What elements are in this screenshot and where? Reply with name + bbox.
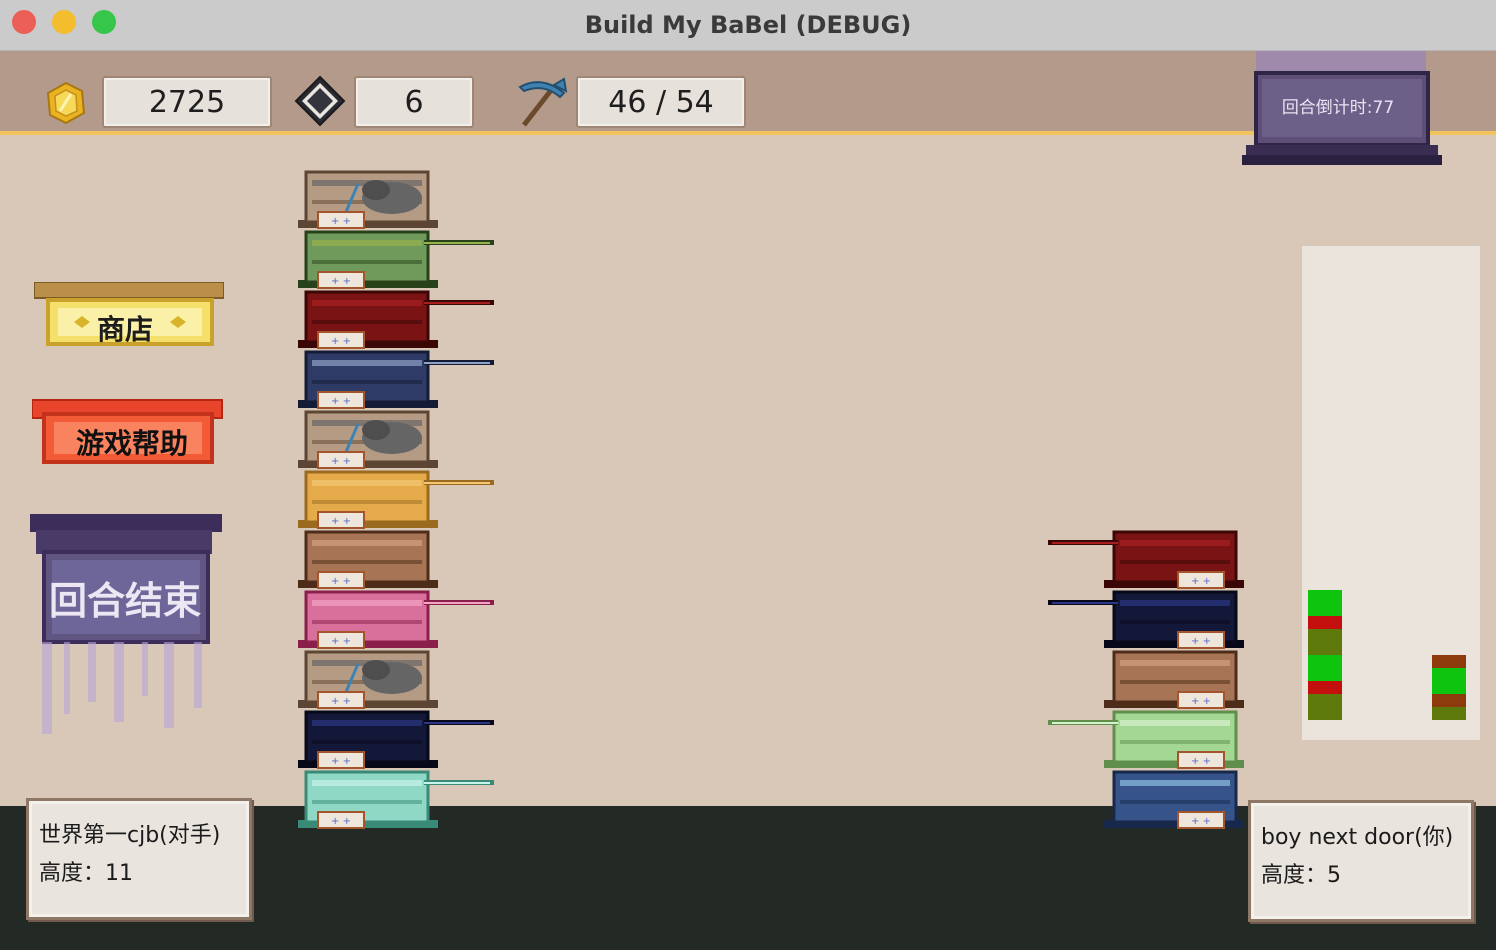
player-info-card: boy next door(你) 高度：5 [1248,800,1474,922]
opponent-name: 世界第一cjb(对手) [39,823,221,848]
opponent-book-navy: + + [296,350,496,410]
svg-text:+ +: + + [331,336,351,347]
svg-text:+ +: + + [331,456,351,467]
player-name: boy next door(你) [1261,825,1454,850]
pickaxe-icon [518,77,568,127]
player-book-crimson: + + [1046,530,1246,590]
opponent-height-segment [1308,629,1342,642]
opponent-book-green: + + [296,230,496,290]
gold-coin-icon [46,81,86,125]
player-height-segment [1432,707,1466,720]
opponent-book-pink: + + [296,590,496,650]
player-book-leather: + + [1046,650,1246,710]
coin-counter: 2725 [102,76,272,128]
player-height-segment [1432,681,1466,694]
shop-button[interactable]: 商店 [33,281,225,348]
end-turn-button-frame [30,514,222,734]
maximize-window-button[interactable] [92,10,116,34]
player-book-midnight: + + [1046,590,1246,650]
opponent-book-golden: + + [296,470,496,530]
opponent-book-stone: + + [296,410,496,470]
player-height: 高度：5 [1261,863,1341,888]
close-window-button[interactable] [12,10,36,34]
height-comparison-chart [1308,590,1466,720]
player-book-tower: + + + + + + + + + + [1046,530,1246,832]
end-turn-button[interactable]: 回合结束 [30,514,224,740]
opponent-height-segment [1308,616,1342,629]
svg-text:+ +: + + [331,576,351,587]
minimize-window-button[interactable] [52,10,76,34]
svg-text:+ +: + + [331,516,351,527]
svg-text:+ +: + + [1191,636,1211,647]
opponent-book-leather: + + [296,530,496,590]
opponent-height-segment [1308,655,1342,668]
window-titlebar: Build My BaBel (DEBUG) [0,0,1496,51]
svg-text:+ +: + + [331,636,351,647]
opponent-height-segment [1308,668,1342,681]
player-book-slate: + + [1046,770,1246,830]
opponent-height-segment [1308,694,1342,707]
pickaxe-counter: 46 / 54 [576,76,746,128]
opponent-book-crystal: + + [296,770,496,830]
player-height-segment [1432,655,1466,668]
svg-text:+ +: + + [1191,576,1211,587]
svg-text:+ +: + + [331,216,351,227]
player-height-segment [1432,668,1466,681]
game-help-button[interactable]: 游戏帮助 [31,398,224,466]
countdown-label: 回合倒计时:77 [1281,98,1395,118]
turn-countdown: 回合倒计时:77 [1242,51,1442,167]
svg-text:+ +: + + [331,756,351,767]
svg-text:+ +: + + [331,276,351,287]
player-book-leaf: + + [1046,710,1246,770]
opponent-book-crimson: + + [296,290,496,350]
diamond-gem-icon [294,75,346,127]
end-turn-button-label: 回合结束 [48,579,201,623]
svg-text:+ +: + + [331,816,351,827]
opponent-height-segment [1308,603,1342,616]
opponent-height-segment [1308,590,1342,603]
svg-text:+ +: + + [1191,756,1211,767]
opponent-height-segment [1308,707,1342,720]
opponent-book-tower: + + + + + + + + + + + + + + + + + + + + + + [296,170,496,832]
svg-text:+ +: + + [1191,816,1211,827]
opponent-height: 高度：11 [39,861,133,886]
opponent-height-segment [1308,642,1342,655]
opponent-book-midnight: + + [296,710,496,770]
gem-counter: 6 [354,76,474,128]
shop-button-label: 商店 [96,313,153,346]
player-height-segment [1432,694,1466,707]
opponent-book-stone: + + [296,650,496,710]
svg-text:+ +: + + [331,696,351,707]
height-comparison-panel [1302,246,1480,740]
opponent-height-segment [1308,681,1342,694]
svg-text:+ +: + + [331,396,351,407]
window-title: Build My BaBel (DEBUG) [584,11,912,39]
opponent-info-card: 世界第一cjb(对手) 高度：11 [26,798,252,920]
game-help-button-label: 游戏帮助 [75,427,188,460]
opponent-book-stone: + + [296,170,496,230]
svg-text:+ +: + + [1191,696,1211,707]
